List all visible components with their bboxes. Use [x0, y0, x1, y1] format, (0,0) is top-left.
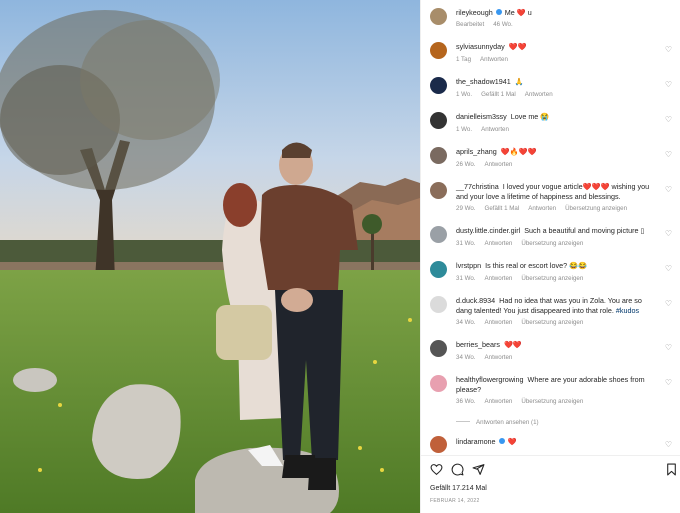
translate-link[interactable]: Übersetzung anzeigen — [521, 275, 583, 282]
like-count[interactable]: Gefällt 1 Mal — [485, 205, 520, 212]
avatar[interactable] — [430, 436, 447, 453]
like-comment-heart-icon[interactable]: ♡ — [665, 230, 672, 238]
like-comment-heart-icon[interactable]: ♡ — [665, 151, 672, 159]
reply-link[interactable]: Antworten — [485, 240, 513, 247]
comment-username[interactable]: sylviasunnyday — [456, 42, 505, 51]
reply-link[interactable]: Antworten — [485, 275, 513, 282]
like-comment-heart-icon[interactable]: ♡ — [665, 379, 672, 387]
reply-link[interactable]: Antworten — [481, 126, 509, 133]
comment-age: 31 Wo. — [456, 240, 476, 247]
view-replies-label: Antworten ansehen (1) — [476, 419, 539, 426]
like-comment-heart-icon[interactable]: ♡ — [665, 441, 672, 449]
comment-username[interactable]: healthyflowergrowing — [456, 375, 524, 384]
share-icon[interactable] — [472, 463, 485, 476]
author-username[interactable]: rileykeough — [456, 8, 493, 17]
comment-username[interactable]: the_shadow1941 — [456, 77, 511, 86]
comment-username[interactable]: lvrstppn — [456, 261, 481, 270]
comment-text: ❤️❤️ — [503, 340, 522, 349]
comment-age: 31 Wo. — [456, 275, 476, 282]
avatar[interactable] — [430, 112, 447, 129]
comment-age: 29 Wo. — [456, 205, 476, 212]
reply-link[interactable]: Antworten — [485, 319, 513, 326]
avatar[interactable] — [430, 147, 447, 164]
like-comment-heart-icon[interactable]: ♡ — [665, 344, 672, 352]
comment-icon[interactable] — [451, 463, 464, 476]
comment-text: ❤️🔥❤️❤️ — [500, 147, 537, 156]
comment-age: 1 Wo. — [456, 91, 473, 98]
comment-username[interactable]: d.duck.8934 — [456, 296, 495, 305]
comment-age: 36 Wo. — [456, 398, 476, 405]
post-photo[interactable] — [0, 0, 420, 513]
comment-age: 34 Wo. — [456, 319, 476, 326]
avatar[interactable] — [430, 375, 447, 392]
like-comment-heart-icon[interactable]: ♡ — [665, 81, 672, 89]
comment-username[interactable]: aprils_zhang — [456, 147, 497, 156]
bookmark-icon[interactable] — [665, 463, 678, 476]
comments-panel: rileykeough Me ❤️ u Bearbeitet 46 Wo. syl… — [420, 0, 680, 513]
avatar[interactable] — [430, 77, 447, 94]
post-actions: Gefällt 17.214 Mal FEBRUAR 14, 2022 — [421, 455, 680, 513]
comment-username[interactable]: berries_bears — [456, 340, 500, 349]
like-comment-heart-icon[interactable]: ♡ — [665, 300, 672, 308]
avatar[interactable] — [430, 226, 447, 243]
comments-list[interactable]: rileykeough Me ❤️ u Bearbeitet 46 Wo. syl… — [421, 0, 680, 453]
comment-username[interactable]: dusty.little.cinder.girl — [456, 226, 520, 235]
comment-username[interactable]: danielleism3ssy — [456, 112, 507, 121]
verified-badge-icon — [498, 438, 505, 444]
avatar[interactable] — [430, 261, 447, 278]
view-replies-button[interactable]: Antworten ansehen (1) — [456, 419, 539, 426]
verified-badge-icon — [495, 9, 502, 15]
comment-age: 1 Tag — [456, 56, 472, 63]
comment-age: 34 Wo. — [456, 354, 476, 361]
comment-text: ❤️ — [507, 437, 517, 446]
like-comment-heart-icon[interactable]: ♡ — [665, 186, 672, 194]
reply-link[interactable]: Antworten — [525, 91, 553, 98]
like-comment-heart-icon[interactable]: ♡ — [665, 46, 672, 54]
comment-text: Is this real or escort love? 😂😂 — [485, 261, 587, 270]
translate-link[interactable]: Übersetzung anzeigen — [521, 240, 583, 247]
like-comment-heart-icon[interactable]: ♡ — [665, 265, 672, 273]
avatar[interactable] — [430, 42, 447, 59]
like-count[interactable]: Gefällt 1 Mal — [481, 91, 516, 98]
avatar[interactable] — [430, 296, 447, 313]
heart-icon[interactable] — [430, 463, 443, 476]
translate-link[interactable]: Übersetzung anzeigen — [521, 319, 583, 326]
hashtag-link[interactable]: #kudos — [616, 306, 639, 315]
like-count-label[interactable]: Gefällt 17.214 Mal — [430, 485, 487, 492]
comment-username[interactable]: __77christina — [456, 182, 499, 191]
comment-text: Such a beautiful and moving picture ▯ — [524, 226, 645, 235]
comment-age: 1 Wo. — [456, 126, 473, 133]
comment-text: 🙏 — [514, 77, 524, 86]
replies-divider — [456, 421, 470, 422]
edited-label: Bearbeitet — [456, 21, 485, 28]
reply-link[interactable]: Antworten — [485, 398, 513, 405]
avatar[interactable] — [430, 182, 447, 199]
caption-text: Me — [504, 8, 515, 17]
caption-emoji: ❤️ — [516, 8, 526, 17]
comment-text: Love me 😭 — [510, 112, 550, 121]
reply-link[interactable]: Antworten — [485, 161, 513, 168]
reply-link[interactable]: Antworten — [528, 205, 556, 212]
post-image — [0, 0, 420, 513]
comment-username[interactable]: lindaramone — [456, 437, 496, 446]
post-date: FEBRUAR 14, 2022 — [430, 498, 480, 504]
reply-link[interactable]: Antworten — [485, 354, 513, 361]
like-comment-heart-icon[interactable]: ♡ — [665, 116, 672, 124]
caption-suffix: u — [527, 8, 532, 17]
translate-link[interactable]: Übersetzung anzeigen — [521, 398, 583, 405]
avatar[interactable] — [430, 340, 447, 357]
translate-link[interactable]: Übersetzung anzeigen — [565, 205, 627, 212]
comment-text: ❤️❤️ — [508, 42, 527, 51]
post-age: 46 Wo. — [493, 21, 513, 28]
reply-link[interactable]: Antworten — [480, 56, 508, 63]
avatar[interactable] — [430, 8, 447, 25]
comment-age: 26 Wo. — [456, 161, 476, 168]
